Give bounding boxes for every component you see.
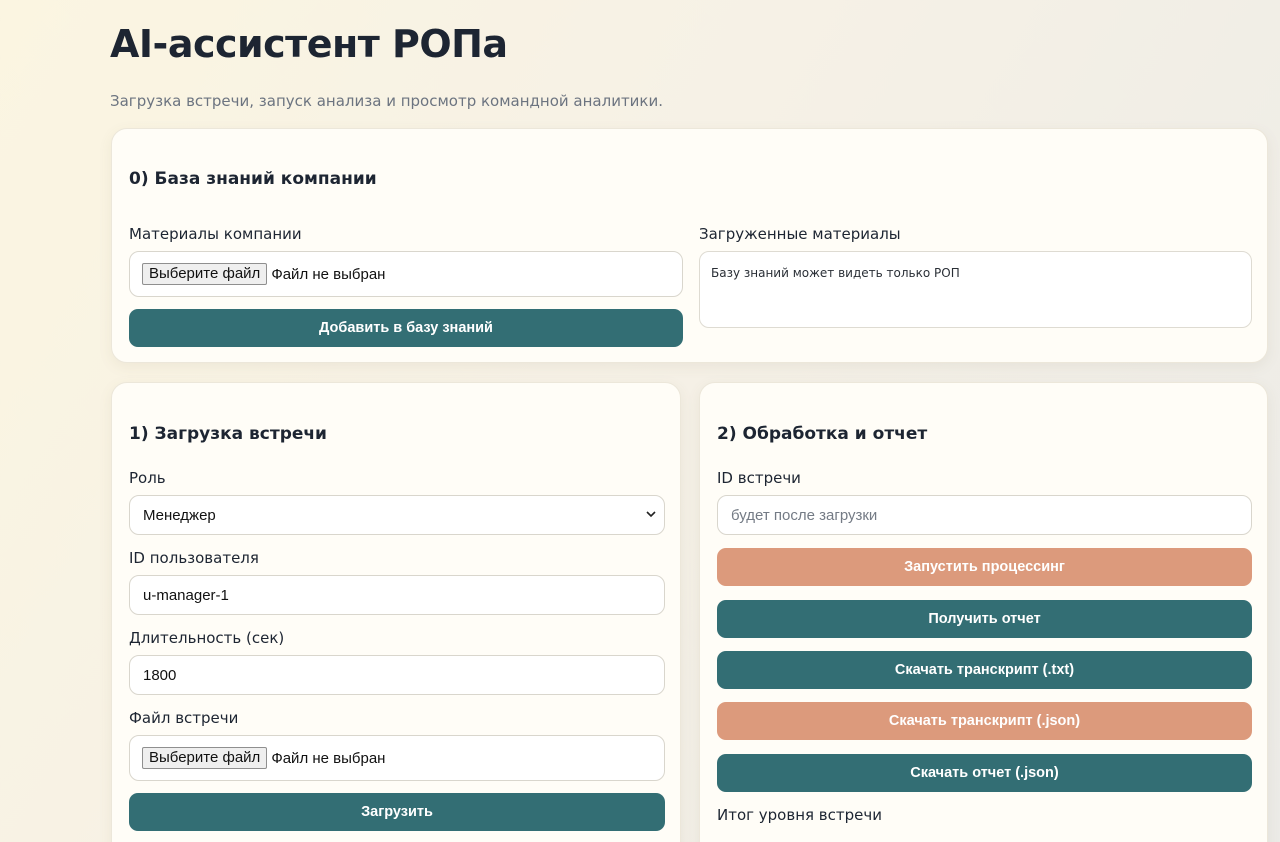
meeting-upload-card: 1) Загрузка встречи Роль Менеджер ID пол… bbox=[111, 382, 681, 842]
meeting-id-input[interactable]: будет после загрузки bbox=[717, 495, 1252, 535]
choose-file-button[interactable]: Выберите файл bbox=[142, 747, 268, 769]
meeting-upload-title: 1) Загрузка встречи bbox=[129, 424, 327, 444]
user-id-label: ID пользователя bbox=[129, 549, 259, 567]
user-id-input[interactable]: u-manager-1 bbox=[129, 575, 665, 615]
download-transcript-txt-button[interactable]: Скачать транскрипт (.txt) bbox=[717, 651, 1252, 689]
role-label: Роль bbox=[129, 469, 166, 487]
processing-card: 2) Обработка и отчет ID встречи будет по… bbox=[699, 382, 1268, 842]
uploaded-materials-label: Загруженные материалы bbox=[699, 225, 901, 243]
meeting-id-label: ID встречи bbox=[717, 469, 801, 487]
page-title: AI-ассистент РОПа bbox=[110, 22, 508, 66]
role-select-value: Менеджер bbox=[143, 506, 216, 524]
company-materials-file-input[interactable]: Выберите файл Файл не выбран bbox=[129, 251, 683, 297]
choose-file-button[interactable]: Выберите файл bbox=[142, 263, 268, 285]
duration-input[interactable]: 1800 bbox=[129, 655, 665, 695]
meeting-summary-label: Итог уровня встречи bbox=[717, 806, 882, 824]
knowledge-base-card: 0) База знаний компании Материалы компан… bbox=[111, 128, 1268, 363]
file-status: Файл не выбран bbox=[271, 749, 386, 767]
duration-label: Длительность (сек) bbox=[129, 629, 285, 647]
page-subtitle: Загрузка встречи, запуск анализа и просм… bbox=[110, 92, 664, 110]
download-report-button[interactable]: Скачать отчет (.json) bbox=[717, 754, 1252, 792]
meeting-file-label: Файл встречи bbox=[129, 709, 239, 727]
processing-title: 2) Обработка и отчет bbox=[717, 424, 928, 444]
get-report-button[interactable]: Получить отчет bbox=[717, 600, 1252, 638]
uploaded-materials-box: Базу знаний может видеть только РОП bbox=[699, 251, 1252, 328]
company-materials-label: Материалы компании bbox=[129, 225, 302, 243]
role-select[interactable]: Менеджер bbox=[129, 495, 665, 535]
download-transcript-json-button[interactable]: Скачать транскрипт (.json) bbox=[717, 702, 1252, 740]
run-processing-button[interactable]: Запустить процессинг bbox=[717, 548, 1252, 586]
chevron-down-icon bbox=[646, 511, 656, 518]
meeting-file-input[interactable]: Выберите файл Файл не выбран bbox=[129, 735, 665, 781]
upload-button[interactable]: Загрузить bbox=[129, 793, 665, 831]
file-status: Файл не выбран bbox=[271, 265, 386, 283]
add-to-knowledge-base-button[interactable]: Добавить в базу знаний bbox=[129, 309, 683, 347]
knowledge-base-title: 0) База знаний компании bbox=[129, 169, 377, 189]
